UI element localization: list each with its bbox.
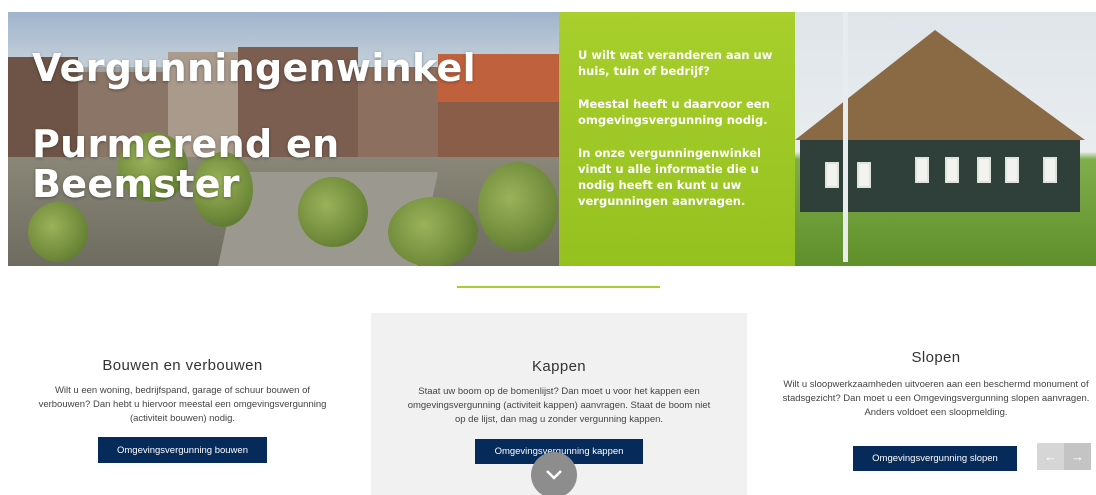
arrow-right-icon: → — [1071, 449, 1084, 464]
chevron-down-icon — [546, 470, 562, 480]
omgevingsvergunning-slopen-button[interactable]: Omgevingsvergunning slopen — [853, 446, 1017, 471]
carousel-controls: ← → — [1037, 443, 1091, 470]
intro-text-3: In onze vergunningenwinkel vindt u alle … — [578, 146, 761, 208]
hero-title-line1: Vergunningenwinkel — [32, 46, 476, 90]
intro-text-1: U wilt wat veranderen aan uw huis, tuin … — [578, 48, 773, 78]
intro-text-2: Meestal heeft u daarvoor een omgevingsve… — [578, 97, 770, 127]
section-divider — [457, 286, 660, 288]
carousel-next-button[interactable]: → — [1064, 443, 1091, 470]
scroll-down-button[interactable] — [531, 452, 577, 495]
town-square-photo: Vergunningenwinkel Purmerend en Beemster — [8, 12, 559, 266]
column-title: Kappen — [531, 358, 587, 375]
arrow-left-icon: ← — [1044, 449, 1057, 464]
intro-panel: U wilt wat veranderen aan uw huis, tuin … — [559, 12, 795, 266]
farmhouse-photo — [795, 12, 1096, 266]
hero-title-line2: Purmerend en Beemster — [32, 122, 340, 206]
column-title: Bouwen en verbouwen — [102, 357, 263, 374]
hero-banner: Vergunningenwinkel Purmerend en Beemster… — [8, 12, 1096, 266]
carousel-prev-button[interactable]: ← — [1037, 443, 1064, 470]
column-text: Staat uw boom op de bomenlijst? Dan moet… — [407, 386, 711, 425]
column-text: Wilt u een woning, bedrijfspand, garage … — [38, 385, 327, 424]
omgevingsvergunning-bouwen-button[interactable]: Omgevingsvergunning bouwen — [98, 437, 267, 463]
column-title: Slopen — [911, 349, 961, 366]
column-text: Wilt u sloopwerkzaamheden uitvoeren aan … — [782, 379, 1090, 418]
